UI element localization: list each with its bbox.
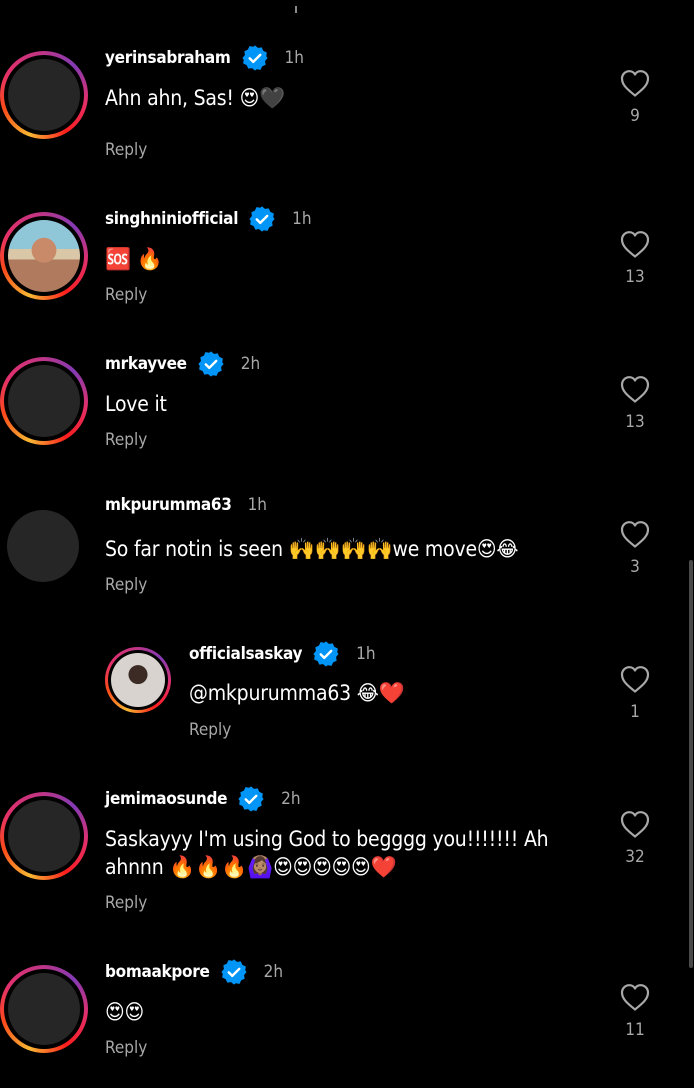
avatar[interactable] [0, 965, 88, 1053]
comment-text: 😍😍 [105, 1000, 144, 1024]
avatar[interactable] [0, 212, 88, 300]
comment-username[interactable]: mrkayvee [105, 354, 187, 374]
like-control: 32 [615, 809, 655, 867]
verified-badge-icon [220, 959, 247, 985]
comment-text: @mkpurumma63 😂❤️ [189, 681, 405, 705]
comment-text: Saskayyy I'm using God to begggg you!!!!… [105, 827, 549, 879]
like-control: 13 [615, 229, 655, 287]
avatar[interactable] [0, 792, 88, 880]
reply-button[interactable]: Reply [105, 430, 147, 450]
like-control: 1 [615, 664, 655, 722]
top-divider-tick [295, 6, 297, 13]
comment-username[interactable]: yerinsabraham [105, 48, 231, 68]
like-count: 11 [625, 1020, 645, 1040]
comment-time: 1h [356, 644, 376, 664]
comment-username[interactable]: mkpurumma63 [105, 495, 232, 515]
verified-badge-icon [238, 786, 264, 812]
like-count: 13 [625, 412, 645, 432]
like-count: 9 [630, 106, 640, 126]
heart-outline-icon[interactable] [619, 229, 651, 259]
comment-time: 1h [292, 209, 312, 229]
verified-badge-icon [198, 351, 224, 377]
comment-username[interactable]: singhniniofficial [105, 209, 238, 229]
avatar[interactable] [7, 510, 79, 582]
heart-outline-icon[interactable] [619, 374, 651, 404]
comment-username[interactable]: bomaakpore [105, 962, 210, 982]
like-count: 13 [625, 267, 645, 287]
like-count: 3 [630, 557, 640, 577]
heart-outline-icon[interactable] [619, 982, 651, 1012]
comment-time: 2h [281, 789, 301, 809]
avatar[interactable] [0, 51, 88, 139]
verified-badge-icon [313, 641, 339, 667]
comment-time: 1h [247, 495, 267, 515]
heart-outline-icon[interactable] [619, 68, 651, 98]
comment-time: 2h [263, 962, 284, 982]
reply-button[interactable]: Reply [105, 575, 147, 595]
reply-button[interactable]: Reply [105, 893, 147, 913]
reply-button[interactable]: Reply [105, 140, 147, 160]
heart-outline-icon[interactable] [619, 664, 651, 694]
comment-text: Ahn ahn, Sas! 😍🖤 [105, 86, 286, 110]
avatar[interactable] [0, 357, 88, 445]
avatar[interactable] [105, 647, 171, 713]
reply-button[interactable]: Reply [105, 1038, 147, 1058]
heart-outline-icon[interactable] [619, 809, 651, 839]
heart-outline-icon[interactable] [619, 519, 651, 549]
like-count: 1 [630, 702, 640, 722]
comment-time: 1h [284, 48, 304, 68]
like-control: 3 [615, 519, 655, 577]
comment-time: 2h [240, 354, 261, 374]
like-control: 13 [615, 374, 655, 432]
comment-username[interactable]: jemimaosunde [105, 789, 227, 809]
like-count: 32 [625, 847, 645, 867]
comment-text: 🆘 🔥 [105, 247, 163, 271]
comment-text: So far notin is seen 🙌🙌🙌🙌we move😍😂 [105, 537, 519, 561]
reply-button[interactable]: Reply [105, 285, 147, 305]
comment-text: Love it [105, 392, 167, 416]
like-control: 11 [615, 982, 655, 1040]
like-control: 9 [615, 68, 655, 126]
comment-username[interactable]: officialsaskay [189, 644, 302, 664]
verified-badge-icon [241, 45, 268, 71]
reply-button[interactable]: Reply [189, 720, 231, 740]
scrollbar[interactable] [689, 560, 693, 968]
verified-badge-icon [249, 206, 275, 232]
